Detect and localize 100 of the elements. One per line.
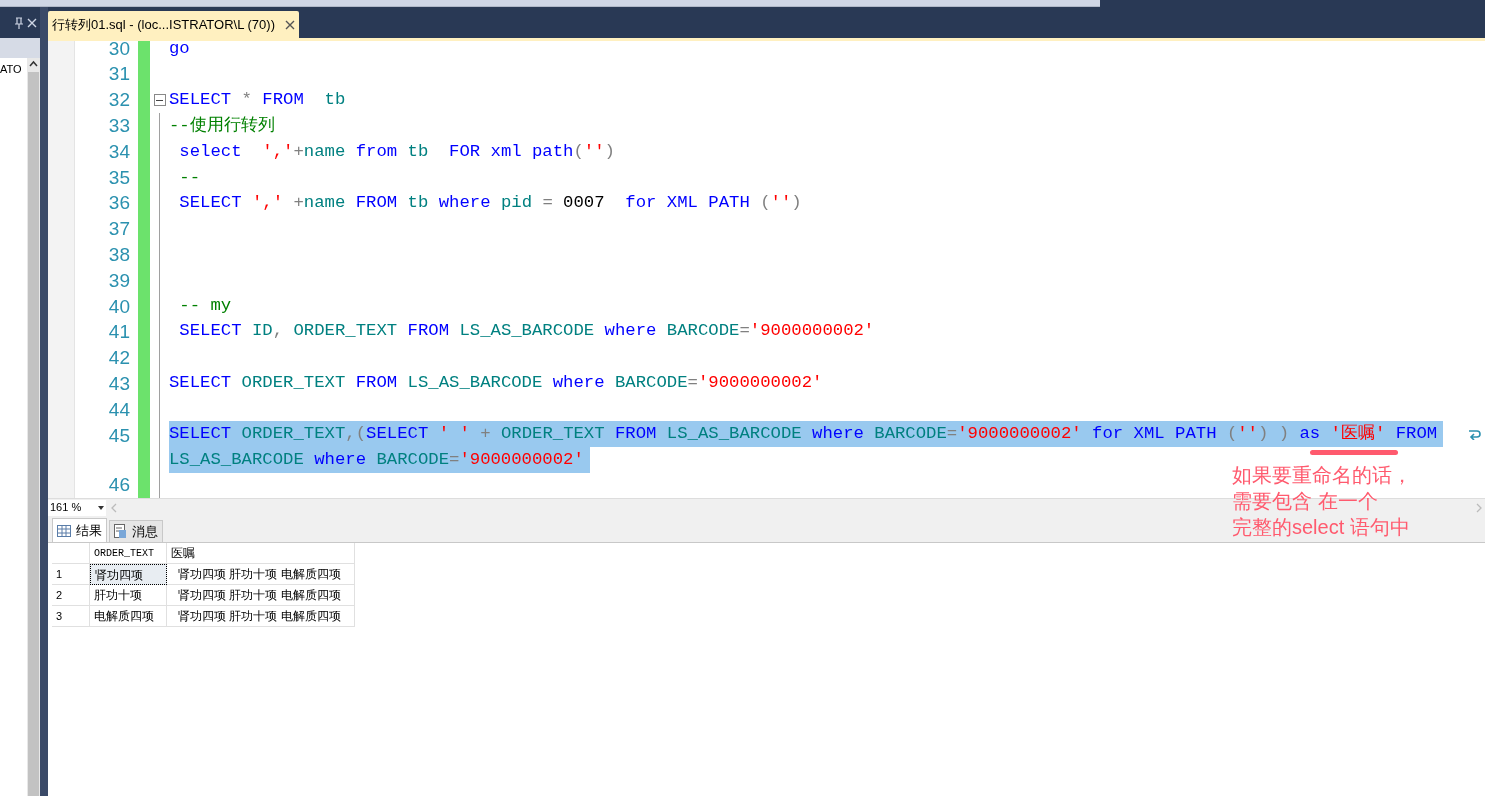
annotation-text: 需要包含 在一个: [1232, 489, 1379, 514]
code-token: FROM: [615, 422, 657, 445]
line-number: 45: [108, 423, 130, 448]
code-token: +: [292, 192, 304, 215]
pin-icon[interactable]: [15, 16, 23, 29]
code-token: go: [169, 41, 190, 60]
code-token: FROM: [1394, 422, 1438, 445]
table-cell[interactable]: 肝功十项: [90, 585, 167, 606]
code-token: FROM: [407, 320, 450, 343]
line-number: 43: [108, 372, 130, 396]
code-token: ORDER_TEXT: [500, 422, 606, 445]
code-token: LS_AS_BARCODE: [665, 422, 803, 445]
code-token: SELECT: [366, 422, 429, 445]
line-number: 38: [108, 243, 130, 268]
code-token: for XML PATH: [1091, 422, 1218, 445]
code-token: (: [573, 140, 584, 163]
code-token: tb: [323, 89, 346, 112]
code-token: '9000000002': [957, 422, 1082, 445]
wrap-arrow-icon: [1467, 427, 1481, 440]
line-number: 46: [108, 472, 130, 497]
code-token: SELECT: [169, 371, 232, 394]
code-token: BARCODE: [665, 320, 740, 343]
line-number: 42: [108, 346, 130, 371]
row-number[interactable]: 2: [52, 585, 90, 606]
line-number: 33: [108, 114, 130, 139]
code-token: ) ): [1258, 422, 1291, 445]
close-icon[interactable]: [284, 19, 295, 30]
code-token: =: [739, 320, 750, 343]
code-token: '9000000002': [749, 320, 875, 343]
result-tab[interactable]: 结果: [52, 518, 107, 542]
code-token: (: [1226, 422, 1238, 445]
code-token: -- my: [178, 294, 232, 317]
code-token: as: [1299, 422, 1321, 445]
code-token: '医嘱': [1329, 422, 1386, 445]
line-number: 32: [108, 88, 130, 113]
table-cell[interactable]: 肾功四项 肝功十项 电解质四项: [167, 564, 355, 585]
line-number: 41: [108, 320, 130, 345]
code-token: '': [1237, 422, 1258, 445]
code-token: --使用行转列: [169, 115, 275, 137]
code-token: =: [687, 371, 698, 394]
code-token: *: [240, 89, 253, 112]
code-token: ORDER_TEXT: [293, 320, 399, 343]
line-number: 34: [108, 139, 130, 164]
code-token: from: [355, 140, 398, 163]
line-number: 44: [108, 397, 130, 422]
code-token: ',': [261, 140, 294, 163]
code-token: =: [542, 192, 553, 215]
code-token: where: [812, 422, 864, 445]
code-token: BARCODE: [375, 448, 449, 471]
code-token: LS_AS_BARCODE: [458, 320, 596, 343]
column-header[interactable]: 医嘱: [167, 543, 355, 564]
code-token: +: [479, 422, 492, 445]
code-token: FROM: [355, 192, 398, 215]
code-token: 0007: [562, 192, 606, 215]
code-token: =: [449, 448, 460, 471]
code-token: SELECT: [178, 192, 242, 215]
code-token: ORDER_TEXT: [240, 422, 346, 445]
code-token: ' ': [437, 422, 470, 445]
code-token: ,: [272, 320, 285, 343]
zoom-dropdown[interactable]: 161 %: [48, 499, 106, 516]
table-cell[interactable]: 肾功四项: [90, 564, 167, 585]
code-token: ID: [250, 320, 273, 343]
table-cell[interactable]: 肾功四项 肝功十项 电解质四项: [167, 606, 355, 627]
code-token: SELECT: [178, 320, 242, 343]
table-cell[interactable]: 电解质四项: [90, 606, 167, 627]
document-icon: [114, 524, 127, 539]
line-number: 36: [108, 191, 130, 216]
fold-toggle[interactable]: [153, 94, 166, 107]
code-token: --: [178, 166, 201, 189]
code-token: ',': [250, 192, 284, 215]
code-token: +: [293, 140, 304, 163]
code-token: BARCODE: [873, 422, 947, 445]
tree-item[interactable]: ATO: [0, 61, 27, 78]
result-tab[interactable]: 消息: [109, 520, 163, 542]
code-token: '': [770, 192, 792, 215]
code-token: tb: [406, 192, 430, 215]
code-token: (: [760, 192, 771, 215]
code-token: select: [178, 140, 242, 163]
code-token: name: [303, 192, 347, 215]
code-token: ,(: [345, 422, 367, 445]
code-token: where: [438, 192, 491, 215]
code-token: name: [303, 140, 347, 163]
code-token: SELECT: [169, 422, 232, 445]
code-token: SELECT: [169, 89, 232, 112]
code-token: tb: [406, 140, 430, 163]
code-token: ORDER_TEXT: [240, 371, 347, 394]
code-token: ): [604, 140, 615, 163]
code-token: FOR xml path: [449, 140, 574, 163]
document-tab[interactable]: 行转列01.sql - (loc...ISTRATOR\L (70)): [48, 11, 299, 38]
code-token: where: [552, 371, 605, 394]
scrollbar[interactable]: [27, 58, 40, 796]
code-token: LS_AS_BARCODE: [169, 448, 305, 471]
code-token: for XML PATH: [625, 192, 751, 215]
code-token: BARCODE: [613, 371, 688, 394]
annotation-text: 完整的select 语句中: [1232, 515, 1411, 540]
table-cell[interactable]: 肾功四项 肝功十项 电解质四项: [167, 585, 355, 606]
row-number[interactable]: 3: [52, 606, 90, 627]
code-token: '9000000002': [459, 448, 584, 471]
code-token: pid: [499, 192, 533, 215]
annotation-text: 如果要重命名的话，: [1232, 463, 1412, 488]
